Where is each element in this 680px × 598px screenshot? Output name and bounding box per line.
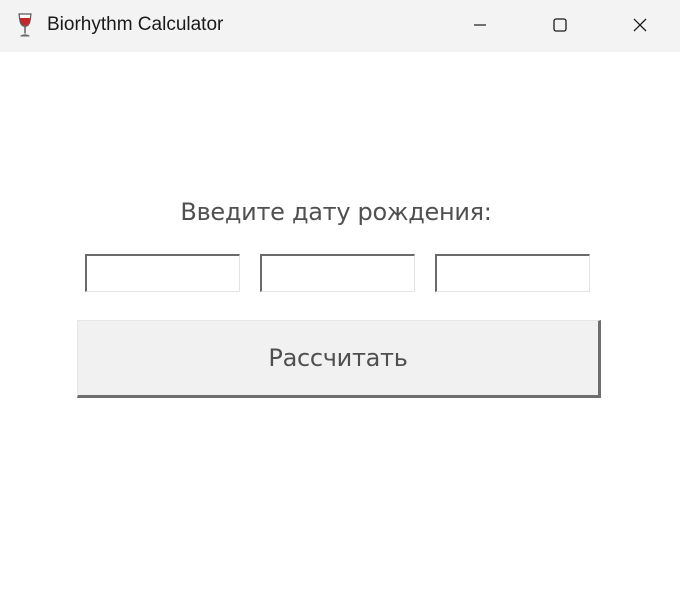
birth-date-label: Введите дату рождения: xyxy=(180,198,492,226)
wine-glass-icon xyxy=(18,13,32,37)
birth-month-input[interactable] xyxy=(260,254,415,292)
client-area: Введите дату рождения: Рассчитать xyxy=(0,52,680,598)
maximize-button[interactable] xyxy=(520,0,600,50)
birth-day-input[interactable] xyxy=(85,254,240,292)
calculate-button[interactable]: Рассчитать xyxy=(77,320,601,398)
window-title: Biorhythm Calculator xyxy=(47,14,224,35)
minimize-icon xyxy=(474,24,486,26)
app-window: Biorhythm Calculator Введите дату рожден… xyxy=(0,0,680,598)
title-bar[interactable]: Biorhythm Calculator xyxy=(0,0,680,52)
minimize-button[interactable] xyxy=(440,0,520,50)
birth-year-input[interactable] xyxy=(435,254,590,292)
close-icon xyxy=(633,18,647,32)
maximize-icon xyxy=(553,18,567,32)
close-button[interactable] xyxy=(600,0,680,50)
